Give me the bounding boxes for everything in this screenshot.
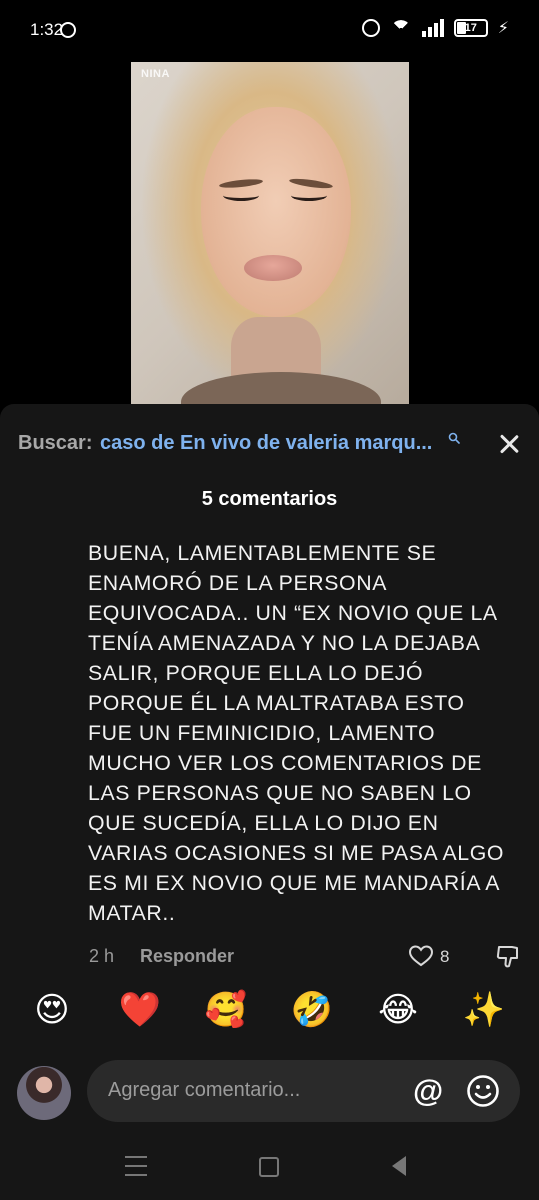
system-nav-bar xyxy=(0,1140,539,1200)
heart-icon[interactable] xyxy=(408,944,434,968)
wifi-icon xyxy=(390,20,412,36)
video-eye-left xyxy=(223,190,259,201)
video-subject-face xyxy=(201,107,351,317)
back-icon[interactable] xyxy=(392,1156,406,1176)
comment-input-placeholder: Agregar comentario... xyxy=(108,1079,301,1101)
battery-icon: 17 xyxy=(453,19,488,37)
video-eye-right xyxy=(291,190,327,201)
recent-apps-icon[interactable] xyxy=(125,1156,147,1176)
reply-button[interactable]: Responder xyxy=(140,946,234,967)
emoji-picker-icon[interactable] xyxy=(466,1074,500,1108)
emoji-joy-button[interactable]: 😂 xyxy=(376,990,420,1030)
comment-input[interactable]: Agregar comentario... @ xyxy=(87,1060,520,1122)
quick-emoji-bar: 😍 ❤️ 🥰 🤣 😂 ✨ xyxy=(0,990,539,1038)
status-time: 1:32 xyxy=(30,20,64,39)
emoji-rofl-button[interactable]: 🤣 xyxy=(290,990,334,1030)
battery-level: 17 xyxy=(464,22,477,34)
comment-meta: 2 h Responder 8 xyxy=(0,942,539,972)
comment-count: 5 comentarios xyxy=(201,488,338,510)
comment-composer: Agregar comentario... @ xyxy=(0,1060,539,1132)
whatsapp-icon xyxy=(60,22,76,38)
charging-icon: ⚡ xyxy=(497,20,509,37)
comment-text: BUENA, LAMENTABLEMENTE SE ENAMORÓ DE LA … xyxy=(88,541,505,925)
video-player[interactable]: NINA xyxy=(131,62,409,404)
comments-sheet: Buscar: caso de En vivo de valeria marqu… xyxy=(0,404,539,1200)
video-lips xyxy=(244,255,302,281)
status-bar: 1:32 17 ⚡ xyxy=(0,0,539,62)
thumbs-down-icon[interactable] xyxy=(495,944,521,970)
close-icon[interactable] xyxy=(493,428,525,460)
signal-icon xyxy=(421,19,444,37)
emoji-red-heart-button[interactable]: ❤️ xyxy=(118,990,162,1030)
mention-icon[interactable]: @ xyxy=(413,1073,443,1109)
alarm-icon xyxy=(361,19,380,37)
comment-time: 2 h xyxy=(89,946,115,966)
video-overlay-tag: NINA xyxy=(141,68,170,80)
home-icon[interactable] xyxy=(259,1157,279,1177)
emoji-smiling-hearts-button[interactable]: 🥰 xyxy=(204,990,248,1030)
search-icon[interactable] xyxy=(448,432,460,444)
emoji-heart-eyes-button[interactable]: 😍 xyxy=(30,990,74,1030)
avatar xyxy=(17,1066,71,1120)
search-label: Buscar: xyxy=(18,432,93,454)
like-count: 8 xyxy=(440,947,450,966)
status-icons: 17 ⚡ xyxy=(361,18,509,38)
emoji-sparkles-button[interactable]: ✨ xyxy=(462,990,506,1030)
search-suggestion[interactable]: Buscar: caso de En vivo de valeria marqu… xyxy=(18,430,518,460)
search-query-link[interactable]: caso de En vivo de valeria marqu... xyxy=(100,432,432,455)
